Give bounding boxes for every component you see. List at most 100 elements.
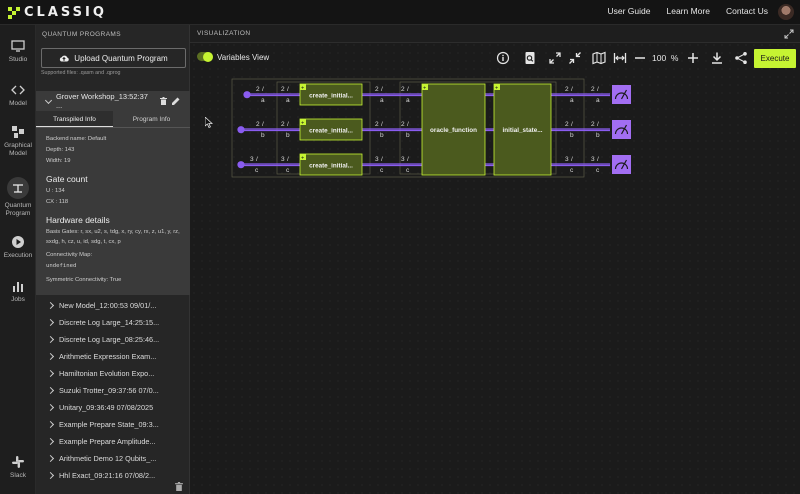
project-name: Hamiltonian Evolution Expo... <box>59 369 155 378</box>
list-item[interactable]: Unitary_09:36:49 07/08/2025 <box>36 399 190 416</box>
monitor-icon <box>11 40 25 52</box>
upload-quantum-program-button[interactable]: Upload Quantum Program <box>41 48 186 68</box>
measure-a-icon[interactable] <box>612 85 631 104</box>
chevron-right-icon <box>46 437 55 446</box>
rail-label: Jobs <box>11 296 25 303</box>
list-item[interactable]: New Model_12:00:53 09/01/... <box>36 297 190 314</box>
rail-item-studio[interactable]: Studio <box>0 39 36 64</box>
wire-size-label: 2 <box>401 86 405 93</box>
visualization-title: VISUALIZATION <box>197 30 251 37</box>
tab-program-info[interactable]: Program Info <box>113 111 190 127</box>
create-initial-block-b[interactable]: + create_initial... <box>299 118 363 141</box>
slack-icon <box>12 456 24 468</box>
expand-arrows-icon[interactable] <box>548 51 562 65</box>
panel-title: QUANTUM PROGRAMS <box>42 31 121 38</box>
contact-us-link[interactable]: Contact Us <box>726 6 768 16</box>
expand-icon[interactable] <box>784 29 794 39</box>
code-icon <box>11 85 25 95</box>
initial-state-block[interactable]: + initial_state... <box>493 83 552 176</box>
bar-chart-icon <box>13 282 23 292</box>
visualization-area: VISUALIZATION Variables View 100 % Execu… <box>190 25 800 494</box>
rail-item-jobs[interactable]: Jobs <box>0 279 36 304</box>
measure-b-icon[interactable] <box>612 120 631 139</box>
download-icon[interactable] <box>710 51 724 65</box>
avatar[interactable] <box>778 4 794 20</box>
block-label: oracle_function <box>430 127 477 134</box>
document-search-icon[interactable] <box>523 51 537 65</box>
chevron-right-icon <box>46 369 55 378</box>
symmetric-connectivity: Symmetric Connectivity: True <box>46 277 122 283</box>
create-initial-block-a[interactable]: + create_initial... <box>299 83 363 106</box>
list-item[interactable]: Example Prepare State_09:3... <box>36 416 190 433</box>
wire-name-label: b <box>380 132 384 139</box>
measure-c-icon[interactable] <box>612 155 631 174</box>
list-item[interactable]: Example Prepare Amplitude... <box>36 433 190 450</box>
svg-text:/: / <box>287 86 289 93</box>
list-item[interactable]: Arithmetic Demo 12 Qubits_... <box>36 450 190 467</box>
share-icon[interactable] <box>734 51 748 65</box>
list-item[interactable]: Suzuki Trotter_09:37:56 07/0... <box>36 382 190 399</box>
pencil-icon[interactable] <box>172 97 180 105</box>
learn-more-link[interactable]: Learn More <box>666 6 709 16</box>
rail-label: Slack <box>10 472 26 479</box>
fit-width-icon[interactable] <box>613 51 627 65</box>
svg-text:/: / <box>407 121 409 128</box>
trash-icon[interactable] <box>160 97 167 105</box>
rail-label: Graphical Model <box>4 142 32 157</box>
wire-name-label: a <box>406 97 410 104</box>
wire-size-label: 3 <box>250 156 254 163</box>
gate-count-title: Gate count <box>46 174 88 184</box>
user-guide-link[interactable]: User Guide <box>607 6 650 16</box>
project-name: Example Prepare Amplitude... <box>59 437 156 446</box>
list-item[interactable]: Discrete Log Large_14:25:15... <box>36 314 190 331</box>
upload-label: Upload Quantum Program <box>74 53 168 63</box>
collapse-arrows-icon[interactable] <box>568 51 582 65</box>
project-name: Arithmetic Expression Exam... <box>59 352 157 361</box>
wire-name-label: b <box>596 132 600 139</box>
project-name: Hhl Exact_09:21:16 07/08/2... <box>59 471 156 480</box>
zoom-unit: % <box>670 53 679 63</box>
list-item[interactable]: Hamiltonian Evolution Expo... <box>36 365 190 382</box>
create-initial-block-c[interactable]: + create_initial... <box>299 153 363 176</box>
rail-item-slack[interactable]: Slack <box>0 455 36 480</box>
trash-icon[interactable] <box>175 482 183 491</box>
map-icon[interactable] <box>592 51 606 65</box>
svg-text:+: + <box>301 85 304 91</box>
tab-transpiled-info[interactable]: Transpiled Info <box>36 111 113 127</box>
wire-name-label: c <box>380 167 384 174</box>
brand-name: CLASSIQ <box>24 5 107 20</box>
wire-size-label: 2 <box>565 86 569 93</box>
rail-item-model[interactable]: Model <box>0 83 36 108</box>
wire-name-label: a <box>380 97 384 104</box>
wire-size-label: 2 <box>375 86 379 93</box>
list-item[interactable]: Hhl Exact_09:21:16 07/08/2... <box>36 467 190 484</box>
project-list: New Model_12:00:53 09/01/... Discrete Lo… <box>36 297 190 484</box>
rail-item-execution[interactable]: Execution <box>0 235 36 260</box>
chevron-right-icon <box>46 454 55 463</box>
oracle-function-block[interactable]: + oracle_function <box>421 83 486 176</box>
list-item[interactable]: Arithmetic Expression Exam... <box>36 348 190 365</box>
classiq-logo[interactable]: CLASSIQ <box>8 5 107 20</box>
graphical-model-icon <box>12 126 24 138</box>
execute-button[interactable]: Execute <box>754 49 796 68</box>
connectivity-value: undefined <box>46 263 77 269</box>
rail-item-graphical-model[interactable]: Graphical Model <box>0 125 36 158</box>
backend-name: Backend name: Default <box>46 136 107 142</box>
svg-text:/: / <box>407 86 409 93</box>
wire-name-label: b <box>286 132 290 139</box>
wire-name-label: a <box>261 97 265 104</box>
info-icon[interactable] <box>496 51 510 65</box>
open-project: Grover Workshop_13:52:37 ... Transpiled … <box>36 91 190 295</box>
wire-name-label: a <box>570 97 574 104</box>
chevron-right-icon <box>46 386 55 395</box>
wire-size-label: 3 <box>401 156 405 163</box>
rail-item-quantum-program[interactable]: Quantum Program <box>0 177 36 218</box>
variables-view-label: Variables View <box>217 53 270 62</box>
zoom-in-icon[interactable] <box>686 51 700 65</box>
project-name: Arithmetic Demo 12 Qubits_... <box>59 454 157 463</box>
zoom-out-icon[interactable] <box>633 51 647 65</box>
open-project-header[interactable]: Grover Workshop_13:52:37 ... <box>36 91 190 111</box>
variables-view-toggle[interactable] <box>197 51 213 62</box>
project-name: Example Prepare State_09:3... <box>59 420 159 429</box>
list-item[interactable]: Discrete Log Large_08:25:46... <box>36 331 190 348</box>
